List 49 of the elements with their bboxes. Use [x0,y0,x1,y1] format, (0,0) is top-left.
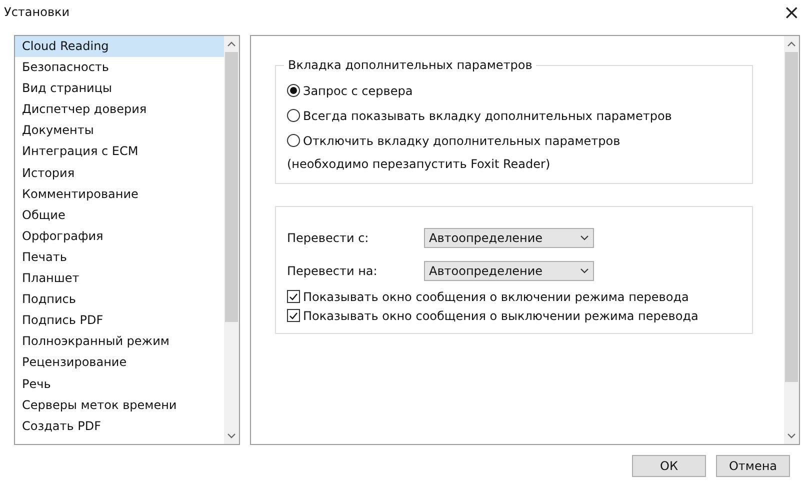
category-item[interactable]: Cloud Reading [15,36,224,58]
category-item[interactable]: Рецензирование [15,352,224,374]
ok-button[interactable]: ОК [632,455,706,477]
window-title: Установки [4,5,70,19]
radio-button[interactable] [287,134,300,147]
category-item[interactable]: Комментирование [15,184,224,205]
checkbox[interactable] [287,309,300,322]
scroll-down-icon[interactable] [227,433,236,439]
radio-label: Всегда показывать вкладку дополнительных параметров [303,108,672,122]
scroll-up-icon[interactable] [787,41,796,47]
group-title: Вкладка дополнительных параметров [284,58,536,72]
category-item[interactable]: Диспетчер доверия [15,99,224,120]
radio-button[interactable] [287,84,300,97]
category-item[interactable]: Общие [15,204,224,226]
field-label: Перевести с: [287,230,370,244]
checkbox-label: Показывать окно сообщения о включении режима перевода [303,290,689,304]
dropdown[interactable]: Автоопределение [424,260,594,280]
category-item[interactable]: Печать [15,246,224,268]
checkbox[interactable] [287,290,300,303]
scrollbar-thumb[interactable] [785,52,798,382]
radio-button[interactable] [287,109,300,122]
radio-label: Отключить вкладку дополнительных параметров [303,134,620,148]
scroll-down-icon[interactable] [787,433,796,439]
category-item[interactable]: Вид страницы [15,78,224,100]
radio-label: Запрос с сервера [303,84,413,98]
category-item[interactable]: Подпись PDF [15,310,224,332]
cancel-button[interactable]: Отмена [716,455,790,477]
dropdown[interactable]: Автоопределение [424,228,594,248]
category-item[interactable]: Интеграция с ECM [15,141,224,163]
scroll-up-icon[interactable] [227,41,236,47]
field-label: Перевести на: [287,264,378,278]
close-button[interactable]: × [779,2,804,22]
category-item[interactable]: Документы [15,120,224,142]
scrollbar-thumb[interactable] [225,52,238,322]
category-item[interactable]: Полноэкранный режим [15,331,224,352]
category-item[interactable]: Подпись [15,289,224,310]
category-item[interactable]: Речь [15,374,224,395]
category-item[interactable]: Создать PDF [15,416,224,437]
category-item[interactable]: Серверы меток времени [15,394,224,416]
category-item[interactable]: История [15,162,224,184]
category-item[interactable]: Орфография [15,226,224,247]
category-item[interactable]: Планшет [15,268,224,290]
chevron-down-icon [580,234,589,240]
checkbox-label: Показывать окно сообщения о выключении режима перевода [303,308,698,322]
note-text: (необходимо перезапустить Foxit Reader) [287,157,550,171]
scrollbar[interactable] [224,36,239,444]
scrollbar[interactable] [784,36,799,444]
chevron-down-icon [580,268,589,274]
category-item[interactable]: Безопасность [15,57,224,78]
